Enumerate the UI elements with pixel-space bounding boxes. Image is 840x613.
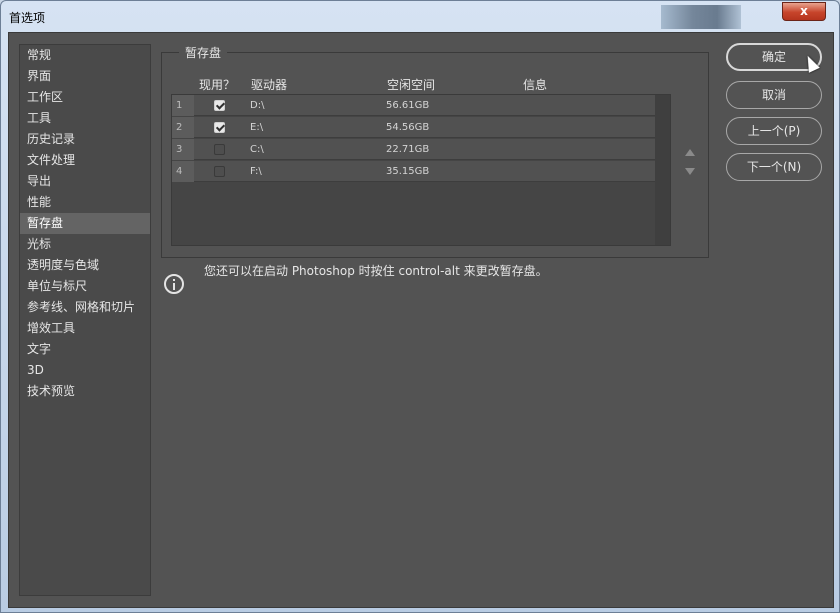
sidebar-item-scratch-disks[interactable]: 暂存盘 <box>20 213 150 234</box>
column-header-drive: 驱动器 <box>251 78 288 92</box>
sidebar-item-general[interactable]: 常规 <box>20 45 150 66</box>
title-bar: 首选项 x <box>1 1 839 32</box>
sidebar-item-file-handling[interactable]: 文件处理 <box>20 150 150 171</box>
drive-cell: D:\ <box>250 100 265 111</box>
sidebar-item-performance[interactable]: 性能 <box>20 192 150 213</box>
preferences-sidebar: 常规 界面 工作区 工具 历史记录 文件处理 导出 性能 暂存盘 光标 透明度与… <box>19 44 151 596</box>
next-button[interactable]: 下一个(N) <box>726 153 822 181</box>
previous-button[interactable]: 上一个(P) <box>726 117 822 145</box>
sidebar-item-units-rulers[interactable]: 单位与标尺 <box>20 276 150 297</box>
free-space-cell: 35.15GB <box>386 166 430 177</box>
sidebar-item-3d[interactable]: 3D <box>20 360 150 381</box>
column-header-free-space: 空闲空间 <box>387 78 436 92</box>
column-header-info: 信息 <box>523 78 548 92</box>
table-row[interactable]: 3 C:\ 22.71GB <box>172 139 655 160</box>
sidebar-item-guides-grid-slices[interactable]: 参考线、网格和切片 <box>20 297 150 318</box>
sidebar-item-cursors[interactable]: 光标 <box>20 234 150 255</box>
active-checkbox[interactable] <box>214 100 225 111</box>
sidebar-item-technology-previews[interactable]: 技术预览 <box>20 381 150 402</box>
row-number: 2 <box>172 117 194 138</box>
sidebar-item-tools[interactable]: 工具 <box>20 108 150 129</box>
drive-cell: E:\ <box>250 122 264 133</box>
column-header-active: 现用？ <box>199 78 236 92</box>
scratch-disks-group-title: 暂存盘 <box>179 44 228 61</box>
dialog-content: 常规 界面 工作区 工具 历史记录 文件处理 导出 性能 暂存盘 光标 透明度与… <box>8 32 834 608</box>
drive-cell: F:\ <box>250 166 262 177</box>
sidebar-item-plugins[interactable]: 增效工具 <box>20 318 150 339</box>
free-space-cell: 56.61GB <box>386 100 430 111</box>
move-down-arrow-icon[interactable] <box>685 168 695 175</box>
active-checkbox[interactable] <box>214 122 225 133</box>
drive-cell: C:\ <box>250 144 264 155</box>
cancel-button[interactable]: 取消 <box>726 81 822 109</box>
row-number: 1 <box>172 95 194 116</box>
sidebar-item-export[interactable]: 导出 <box>20 171 150 192</box>
active-checkbox[interactable] <box>214 144 225 155</box>
sidebar-item-transparency-gamut[interactable]: 透明度与色域 <box>20 255 150 276</box>
free-space-cell: 54.56GB <box>386 122 430 133</box>
preferences-window: 首选项 x 常规 界面 工作区 工具 历史记录 文件处理 导出 性能 暂存盘 光… <box>0 0 840 613</box>
sidebar-item-workspace[interactable]: 工作区 <box>20 87 150 108</box>
scratch-disk-table: 1 D:\ 56.61GB 2 E:\ 54.56GB 3 C:\ 22.71G… <box>171 94 671 246</box>
sidebar-item-interface[interactable]: 界面 <box>20 66 150 87</box>
close-button[interactable]: x <box>782 2 826 21</box>
scratch-disk-hint: 您还可以在启动 Photoshop 时按住 control-alt 来更改暂存盘… <box>204 264 548 278</box>
table-scrollbar[interactable] <box>655 95 670 245</box>
active-checkbox[interactable] <box>214 166 225 177</box>
free-space-cell: 22.71GB <box>386 144 430 155</box>
window-title: 首选项 <box>9 11 46 25</box>
table-row[interactable]: 1 D:\ 56.61GB <box>172 95 655 116</box>
sidebar-item-history-log[interactable]: 历史记录 <box>20 129 150 150</box>
row-number: 4 <box>172 161 194 182</box>
row-number: 3 <box>172 139 194 160</box>
info-icon <box>164 274 184 294</box>
sidebar-item-type[interactable]: 文字 <box>20 339 150 360</box>
move-up-arrow-icon[interactable] <box>685 149 695 156</box>
title-bar-blur <box>661 5 741 29</box>
table-row[interactable]: 4 F:\ 35.15GB <box>172 161 655 182</box>
table-row[interactable]: 2 E:\ 54.56GB <box>172 117 655 138</box>
